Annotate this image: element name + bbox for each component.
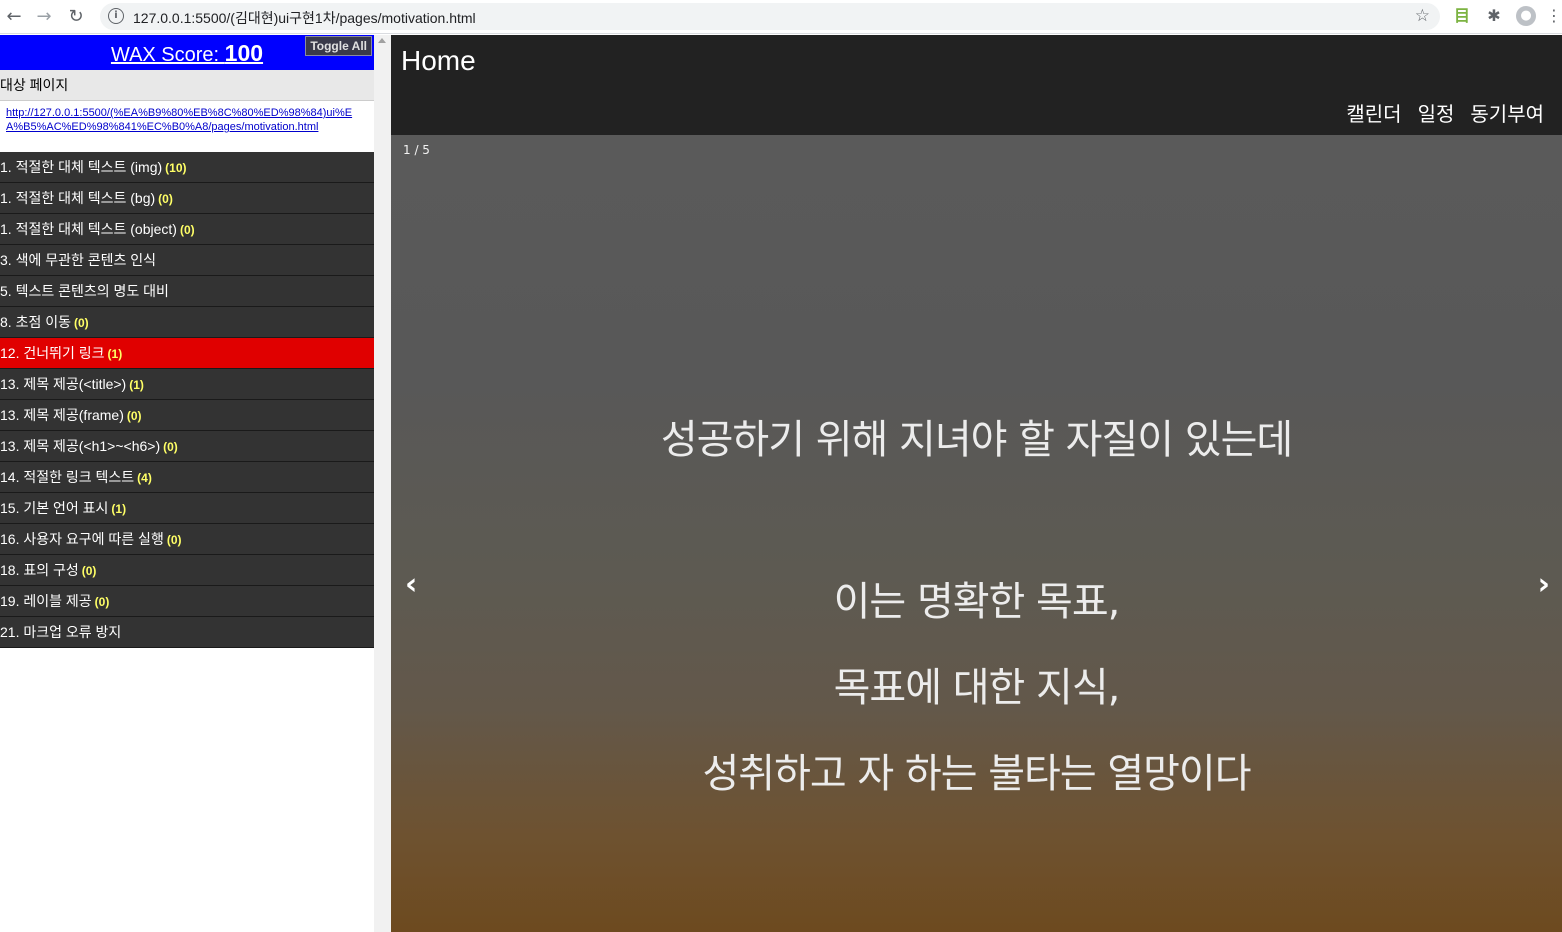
wax-check-label: 1. 적절한 대체 텍스트 (object) xyxy=(0,221,177,237)
wax-check-count: (1) xyxy=(111,502,127,516)
wax-check-label: 14. 적절한 링크 텍스트 xyxy=(0,469,135,485)
wax-check-label: 15. 기본 언어 표시 xyxy=(0,500,109,516)
wax-check-item[interactable]: 21. 마크업 오류 방지 xyxy=(0,617,374,648)
wax-check-count: (0) xyxy=(94,595,110,609)
address-url[interactable]: 127.0.0.1:5500/(김대현)ui구현1차/pages/motivat… xyxy=(133,8,476,28)
wax-check-item[interactable]: 18. 표의 구성 (0) xyxy=(0,555,374,586)
wax-check-label: 3. 색에 무관한 콘텐츠 인식 xyxy=(0,252,157,268)
wax-check-item[interactable]: 1. 적절한 대체 텍스트 (img) (10) xyxy=(0,152,374,183)
toggle-all-button[interactable]: Toggle All xyxy=(305,36,372,56)
wax-check-item[interactable]: 12. 건너뛰기 링크 (1) xyxy=(0,338,374,369)
wax-check-label: 18. 표의 구성 xyxy=(0,562,79,578)
wax-check-label: 13. 제목 제공(<title>) xyxy=(0,376,127,392)
wax-check-item[interactable]: 1. 적절한 대체 텍스트 (bg) (0) xyxy=(0,183,374,214)
site-info-icon[interactable]: i xyxy=(108,8,124,24)
prev-slide-button[interactable]: ‹ xyxy=(405,567,417,602)
extensions-puzzle-icon[interactable]: ✱ xyxy=(1484,6,1504,26)
wax-check-count: (0) xyxy=(179,223,195,237)
quote-slider: 1 / 5 성공하기 위해 지녀야 할 자질이 있는데 이는 명확한 목표, 목… xyxy=(391,135,1562,932)
bookmark-star-icon[interactable]: ☆ xyxy=(1415,6,1430,26)
target-page-heading: 대상 페이지 xyxy=(0,70,374,101)
wax-check-item[interactable]: 15. 기본 언어 표시 (1) xyxy=(0,493,374,524)
wax-check-item[interactable]: 13. 제목 제공(frame) (0) xyxy=(0,400,374,431)
quote-line: 이는 명확한 목표, xyxy=(833,579,1121,625)
wax-check-count: (10) xyxy=(165,161,187,175)
wax-check-label: 1. 적절한 대체 텍스트 (img) xyxy=(0,159,163,175)
wax-check-label: 8. 초점 이동 xyxy=(0,314,71,330)
wax-item-list: 1. 적절한 대체 텍스트 (img) (10) 1. 적절한 대체 텍스트 (bg… xyxy=(0,152,374,648)
wax-check-count: (0) xyxy=(126,409,142,423)
forward-icon[interactable]: → xyxy=(32,5,56,29)
wax-score[interactable]: WAX Score: 100 xyxy=(111,40,263,67)
wax-check-label: 19. 레이블 제공 xyxy=(0,593,92,609)
wax-check-count: (0) xyxy=(81,564,97,578)
quote-line: 목표에 대한 지식, xyxy=(833,665,1121,711)
wax-check-item[interactable]: 13. 제목 제공(<h1>~<h6>) (0) xyxy=(0,431,374,462)
reload-icon[interactable]: ↻ xyxy=(64,5,88,29)
slide-counter: 1 / 5 xyxy=(403,143,430,157)
page-content: Home 캘린더 일정 동기부여 1 / 5 성공하기 위해 지녀야 할 자질이… xyxy=(391,35,1562,932)
profile-avatar-icon[interactable]: ● xyxy=(1516,6,1536,26)
wax-check-item[interactable]: 8. 초점 이동 (0) xyxy=(0,307,374,338)
wax-check-item[interactable]: 5. 텍스트 콘텐츠의 명도 대비 xyxy=(0,276,374,307)
wax-check-item[interactable]: 3. 색에 무관한 콘텐츠 인식 xyxy=(0,245,374,276)
site-nav: 캘린더 일정 동기부여 xyxy=(1346,98,1544,127)
wax-scrollbar[interactable] xyxy=(374,35,391,932)
site-header: Home 캘린더 일정 동기부여 xyxy=(391,35,1562,135)
wax-score-label: WAX Score: xyxy=(110,44,225,66)
home-link[interactable]: Home xyxy=(401,45,476,77)
address-bar[interactable]: i 127.0.0.1:5500/(김대현)ui구현1차/pages/motiv… xyxy=(100,3,1440,30)
wax-check-item[interactable]: 16. 사용자 요구에 따른 실행 (0) xyxy=(0,524,374,555)
browser-toolbar: ← → ↻ i 127.0.0.1:5500/(김대현)ui구현1차/pages… xyxy=(0,0,1562,34)
extension-wax-icon[interactable]: 目 xyxy=(1452,6,1472,26)
wax-check-count: (0) xyxy=(166,533,182,547)
wax-check-count: (0) xyxy=(163,440,178,454)
wax-check-count: (4) xyxy=(137,471,152,485)
wax-check-label: 1. 적절한 대체 텍스트 (bg) xyxy=(0,190,156,206)
nav-calendar[interactable]: 캘린더 xyxy=(1346,98,1401,127)
wax-score-value: 100 xyxy=(224,40,264,66)
wax-check-label: 12. 건너뛰기 링크 xyxy=(0,345,105,361)
wax-check-label: 5. 텍스트 콘텐츠의 명도 대비 xyxy=(0,283,169,299)
quote-line: 성취하고 자 하는 불타는 열망이다 xyxy=(702,751,1251,797)
wax-check-count: (1) xyxy=(129,378,144,392)
nav-schedule[interactable]: 일정 xyxy=(1418,98,1455,127)
wax-check-label: 13. 제목 제공(frame) xyxy=(0,407,124,423)
scroll-up-arrow-icon[interactable] xyxy=(378,38,386,43)
wax-header: WAX Score: 100 Toggle All xyxy=(0,35,374,70)
wax-check-item[interactable]: 13. 제목 제공(<title>) (1) xyxy=(0,369,374,400)
wax-check-label: 16. 사용자 요구에 따른 실행 xyxy=(0,531,164,547)
next-slide-button[interactable]: › xyxy=(1538,567,1550,602)
wax-check-item[interactable]: 14. 적절한 링크 텍스트 (4) xyxy=(0,462,374,493)
menu-kebab-icon[interactable]: ⋮ xyxy=(1546,6,1562,26)
quote-line: 성공하기 위해 지녀야 할 자질이 있는데 xyxy=(660,417,1293,463)
wax-check-count: (1) xyxy=(107,347,123,361)
wax-check-item[interactable]: 1. 적절한 대체 텍스트 (object) (0) xyxy=(0,214,374,245)
wax-check-label: 13. 제목 제공(<h1>~<h6>) xyxy=(0,438,161,454)
wax-check-label: 21. 마크업 오류 방지 xyxy=(0,624,122,640)
nav-motivation[interactable]: 동기부여 xyxy=(1470,98,1544,127)
wax-check-item[interactable]: 19. 레이블 제공 (0) xyxy=(0,586,374,617)
target-page-link[interactable]: http://127.0.0.1:5500/(%EA%B9%80%EB%8C%8… xyxy=(0,101,374,152)
wax-check-count: (0) xyxy=(158,192,173,206)
wax-panel: WAX Score: 100 Toggle All 대상 페이지 http://… xyxy=(0,35,374,932)
wax-check-count: (0) xyxy=(73,316,89,330)
back-icon[interactable]: ← xyxy=(2,5,26,29)
